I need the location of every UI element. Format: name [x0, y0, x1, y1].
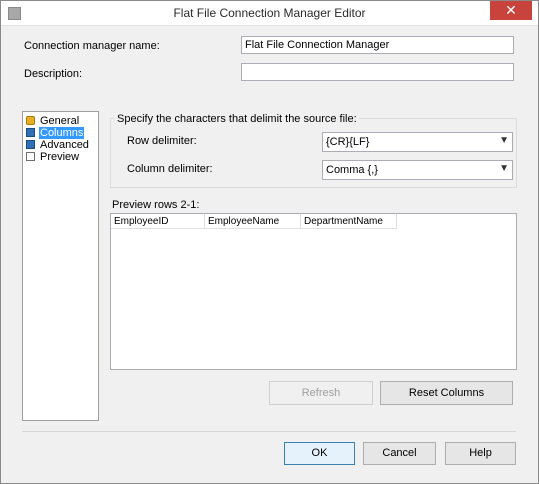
advanced-icon: [26, 140, 35, 149]
column-header[interactable]: EmployeeID: [111, 214, 205, 229]
row-delimiter-value: {CR}{LF}: [326, 136, 370, 148]
column-delimiter-select[interactable]: Comma {,} ▼: [322, 160, 513, 180]
nav-item-label: Advanced: [40, 139, 89, 151]
window-title: Flat File Connection Manager Editor: [173, 6, 366, 20]
cancel-button[interactable]: Cancel: [363, 442, 436, 465]
description-input[interactable]: [241, 63, 514, 81]
column-delimiter-value: Comma {,}: [326, 164, 378, 176]
connection-name-input[interactable]: Flat File Connection Manager: [241, 36, 514, 54]
columns-icon: [26, 128, 35, 137]
column-header[interactable]: DepartmentName: [301, 214, 397, 229]
page-navigation: General Columns Advanced Preview: [22, 111, 99, 421]
nav-item-label: Preview: [40, 151, 80, 163]
preview-grid[interactable]: EmployeeID EmployeeName DepartmentName: [110, 213, 517, 370]
nav-item-general[interactable]: General: [26, 115, 80, 127]
connection-name-label: Connection manager name:: [24, 40, 160, 52]
dialog-window: Flat File Connection Manager Editor ✕ Co…: [0, 0, 539, 484]
row-delimiter-select[interactable]: {CR}{LF} ▼: [322, 132, 513, 152]
column-header[interactable]: EmployeeName: [205, 214, 301, 229]
reset-columns-button[interactable]: Reset Columns: [380, 381, 513, 405]
chevron-down-icon: ▼: [499, 135, 509, 146]
help-button[interactable]: Help: [445, 442, 516, 465]
nav-item-label: General: [40, 115, 80, 127]
refresh-button[interactable]: Refresh: [269, 381, 373, 405]
row-delimiter-label: Row delimiter:: [127, 135, 197, 147]
nav-item-preview[interactable]: Preview: [26, 151, 80, 163]
nav-item-advanced[interactable]: Advanced: [26, 139, 90, 151]
close-button[interactable]: ✕: [490, 1, 532, 20]
description-label: Description:: [24, 68, 83, 80]
footer-divider: [22, 431, 516, 432]
ok-button[interactable]: OK: [284, 442, 355, 465]
delimiter-group-title: Specify the characters that delimit the …: [115, 113, 359, 125]
preview-rows-label: Preview rows 2-1:: [112, 199, 200, 211]
preview-icon: [26, 152, 35, 161]
nav-item-label: Columns: [39, 127, 85, 139]
general-icon: [26, 116, 35, 125]
nav-item-columns[interactable]: Columns: [26, 127, 85, 139]
title-bar: Flat File Connection Manager Editor ✕: [1, 1, 538, 26]
column-delimiter-label: Column delimiter:: [127, 163, 213, 175]
chevron-down-icon: ▼: [499, 163, 509, 174]
